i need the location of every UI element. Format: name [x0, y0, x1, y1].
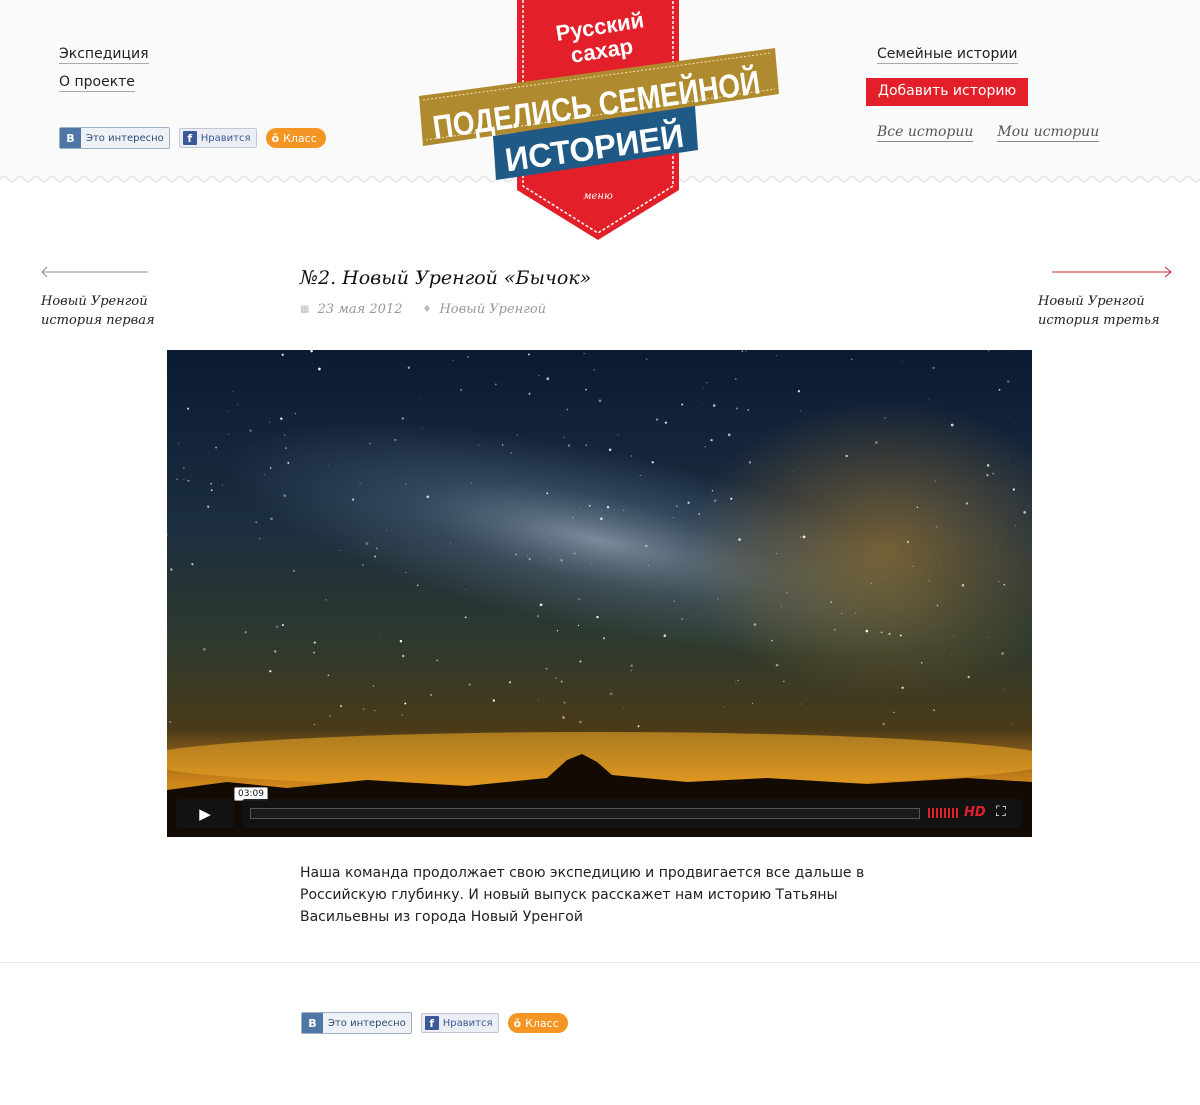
facebook-icon: f — [424, 1016, 439, 1030]
arrow-left-icon — [41, 266, 148, 278]
vk-icon: В — [60, 128, 81, 148]
my-stories-link[interactable]: Мои истории — [997, 124, 1100, 142]
hd-toggle[interactable]: HD — [964, 805, 986, 820]
facebook-like-label: Нравится — [442, 1017, 493, 1029]
volume-slider[interactable] — [928, 808, 958, 818]
story-header: №2. Новый Уренгой «Бычок» ▦ 23 мая 2012 … — [300, 267, 591, 317]
video-control-bar: HD ⛶ — [242, 799, 1022, 828]
calendar-icon: ▦ — [300, 304, 310, 315]
story-date: ▦ 23 мая 2012 — [300, 302, 402, 317]
vk-share-button[interactable]: В Это интересно — [59, 127, 170, 149]
next-story-line1: Новый Уренгой — [1038, 294, 1145, 309]
facebook-like-label: Нравится — [200, 132, 251, 144]
video-player[interactable]: ▶ 03:09 HD ⛶ — [167, 350, 1032, 837]
story-location-text: Новый Уренгой — [439, 302, 547, 317]
next-story-line2: история третья — [1038, 313, 1160, 328]
site-logo[interactable]: Русский сахар ПОДЕЛИСЬ СЕМЕЙНОЙ ИСТОРИЕЙ… — [417, 0, 779, 245]
add-story-button[interactable]: Добавить историю — [866, 78, 1029, 106]
facebook-like-button[interactable]: f Нравится — [420, 1013, 499, 1033]
odnoklassniki-icon: ǒ — [271, 131, 280, 145]
fullscreen-icon[interactable]: ⛶ — [996, 804, 1006, 820]
play-button[interactable]: ▶ — [176, 799, 234, 828]
nav-about-link[interactable]: О проекте — [59, 74, 135, 92]
story-date-text: 23 мая 2012 — [317, 302, 403, 317]
prev-story-line1: Новый Уренгой — [41, 294, 148, 309]
prev-story-link[interactable]: Новый Уренгой история первая — [41, 266, 171, 330]
arrow-right-icon — [1052, 266, 1172, 278]
vk-share-label: Это интересно — [328, 1017, 406, 1029]
video-thumbnail-night-sky — [167, 350, 1032, 837]
story-filter-links: Все истории Мои истории — [877, 124, 1166, 142]
left-nav: Экспедиция О проекте — [59, 46, 149, 102]
story-location: ♦ Новый Уренгой — [422, 302, 546, 317]
video-controls: ▶ 03:09 HD ⛶ — [176, 787, 1022, 828]
nav-family-stories-link[interactable]: Семейные истории — [877, 46, 1018, 64]
story-description: Наша команда продолжает свою экспедицию … — [300, 865, 865, 925]
social-share-bottom: В Это интересно f Нравится ǒ Класс — [301, 1012, 568, 1034]
prev-story-line2: история первая — [41, 313, 155, 328]
vk-share-button[interactable]: В Это интересно — [301, 1012, 412, 1034]
odnoklassniki-icon: ǒ — [513, 1016, 522, 1030]
nav-expedition-link[interactable]: Экспедиция — [59, 46, 149, 64]
logo-menu-label: меню — [583, 191, 613, 202]
right-nav: Семейные истории Добавить историю Все ис… — [866, 46, 1166, 142]
story-title: №2. Новый Уренгой «Бычок» — [300, 267, 592, 289]
section-divider — [0, 962, 1200, 963]
story-meta: ▦ 23 мая 2012 ♦ Новый Уренгой — [300, 302, 591, 317]
vk-share-label: Это интересно — [86, 132, 164, 144]
play-icon: ▶ — [199, 804, 211, 823]
vk-icon: В — [302, 1013, 323, 1033]
odnoklassniki-class-button[interactable]: ǒ Класс — [265, 128, 326, 148]
location-pin-icon: ♦ — [422, 304, 432, 315]
odnoklassniki-class-label: Класс — [525, 1016, 559, 1030]
odnoklassniki-class-label: Класс — [283, 131, 317, 145]
social-share-top: В Это интересно f Нравится ǒ Класс — [59, 127, 326, 149]
video-progress-bar[interactable] — [250, 808, 920, 819]
odnoklassniki-class-button[interactable]: ǒ Класс — [507, 1013, 568, 1033]
facebook-like-button[interactable]: f Нравится — [178, 128, 257, 148]
facebook-icon: f — [182, 131, 197, 145]
next-story-link[interactable]: Новый Уренгой история третья — [1038, 266, 1172, 330]
all-stories-link[interactable]: Все истории — [877, 124, 974, 142]
